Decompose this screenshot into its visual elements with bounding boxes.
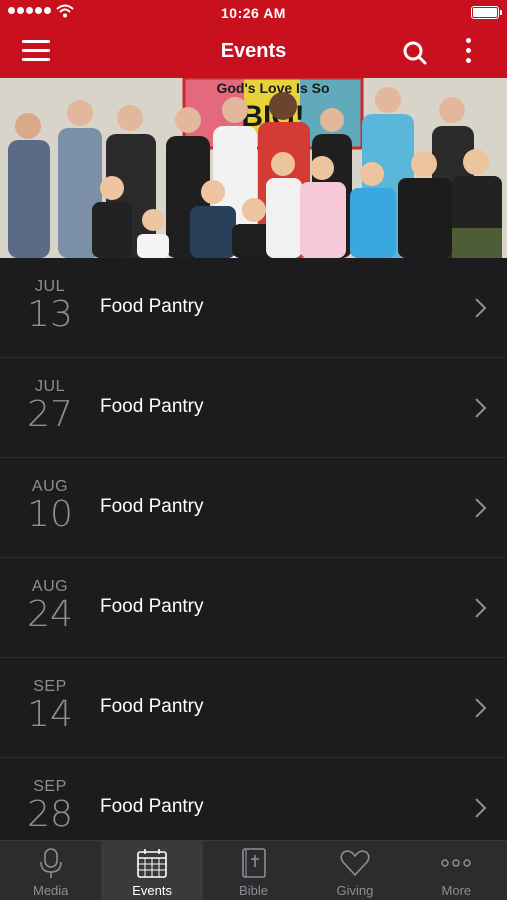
chevron-right-icon: [475, 798, 487, 818]
header-photo: God's Love Is So BIG!: [0, 78, 507, 258]
page-title: Events: [220, 40, 287, 62]
event-row[interactable]: AUG 24 Food Pantry: [0, 558, 507, 658]
calendar-icon: [137, 849, 167, 878]
event-row[interactable]: JUL 13 Food Pantry: [0, 258, 507, 358]
event-name: Food Pantry: [100, 396, 204, 417]
group-photo-illustration: God's Love Is So BIG!: [0, 78, 507, 258]
tab-label: Bible: [239, 883, 268, 898]
status-bar: 10:26 AM: [0, 0, 507, 26]
more-dots-icon: [441, 859, 472, 867]
event-list: JUL 13 Food Pantry JUL 27 Food Pantry AU…: [0, 258, 507, 840]
tab-label: Events: [132, 883, 172, 898]
battery-icon: [471, 6, 502, 19]
event-day: 10: [27, 494, 73, 535]
event-day: 28: [27, 794, 73, 835]
event-day: 13: [27, 294, 73, 335]
event-day: 24: [27, 594, 73, 635]
tab-bar: Media Events Bible Giving More: [0, 840, 507, 900]
chevron-right-icon: [475, 398, 487, 418]
event-name: Food Pantry: [100, 496, 204, 517]
tab-label: More: [441, 883, 472, 898]
event-name: Food Pantry: [100, 696, 204, 717]
tab-media[interactable]: Media: [0, 841, 101, 900]
tab-bible[interactable]: Bible: [203, 841, 304, 900]
event-name: Food Pantry: [100, 296, 204, 317]
chevron-right-icon: [475, 698, 487, 718]
event-day: 14: [27, 694, 73, 735]
event-name: Food Pantry: [100, 796, 204, 817]
search-icon[interactable]: [400, 38, 430, 68]
chevron-right-icon: [475, 498, 487, 518]
banner-text-line1: God's Love Is So: [216, 80, 329, 96]
heart-icon: [340, 850, 370, 876]
tab-giving[interactable]: Giving: [304, 841, 405, 900]
event-row[interactable]: SEP 14 Food Pantry: [0, 658, 507, 758]
status-time: 10:26 AM: [221, 5, 286, 21]
event-row[interactable]: JUL 27 Food Pantry: [0, 358, 507, 458]
chevron-right-icon: [475, 598, 487, 618]
bible-icon: [241, 848, 266, 878]
event-day: 27: [27, 394, 73, 435]
tab-more[interactable]: More: [406, 841, 507, 900]
navigation-bar: Events: [0, 26, 507, 78]
chevron-right-icon: [475, 298, 487, 318]
more-options-button[interactable]: [460, 38, 476, 68]
tab-label: Media: [32, 883, 69, 898]
microphone-icon: [39, 848, 62, 878]
event-row[interactable]: AUG 10 Food Pantry: [0, 458, 507, 558]
tab-label: Giving: [336, 883, 374, 898]
event-name: Food Pantry: [100, 596, 204, 617]
event-row[interactable]: SEP 28 Food Pantry: [0, 758, 507, 840]
tab-events[interactable]: Events: [101, 841, 203, 900]
